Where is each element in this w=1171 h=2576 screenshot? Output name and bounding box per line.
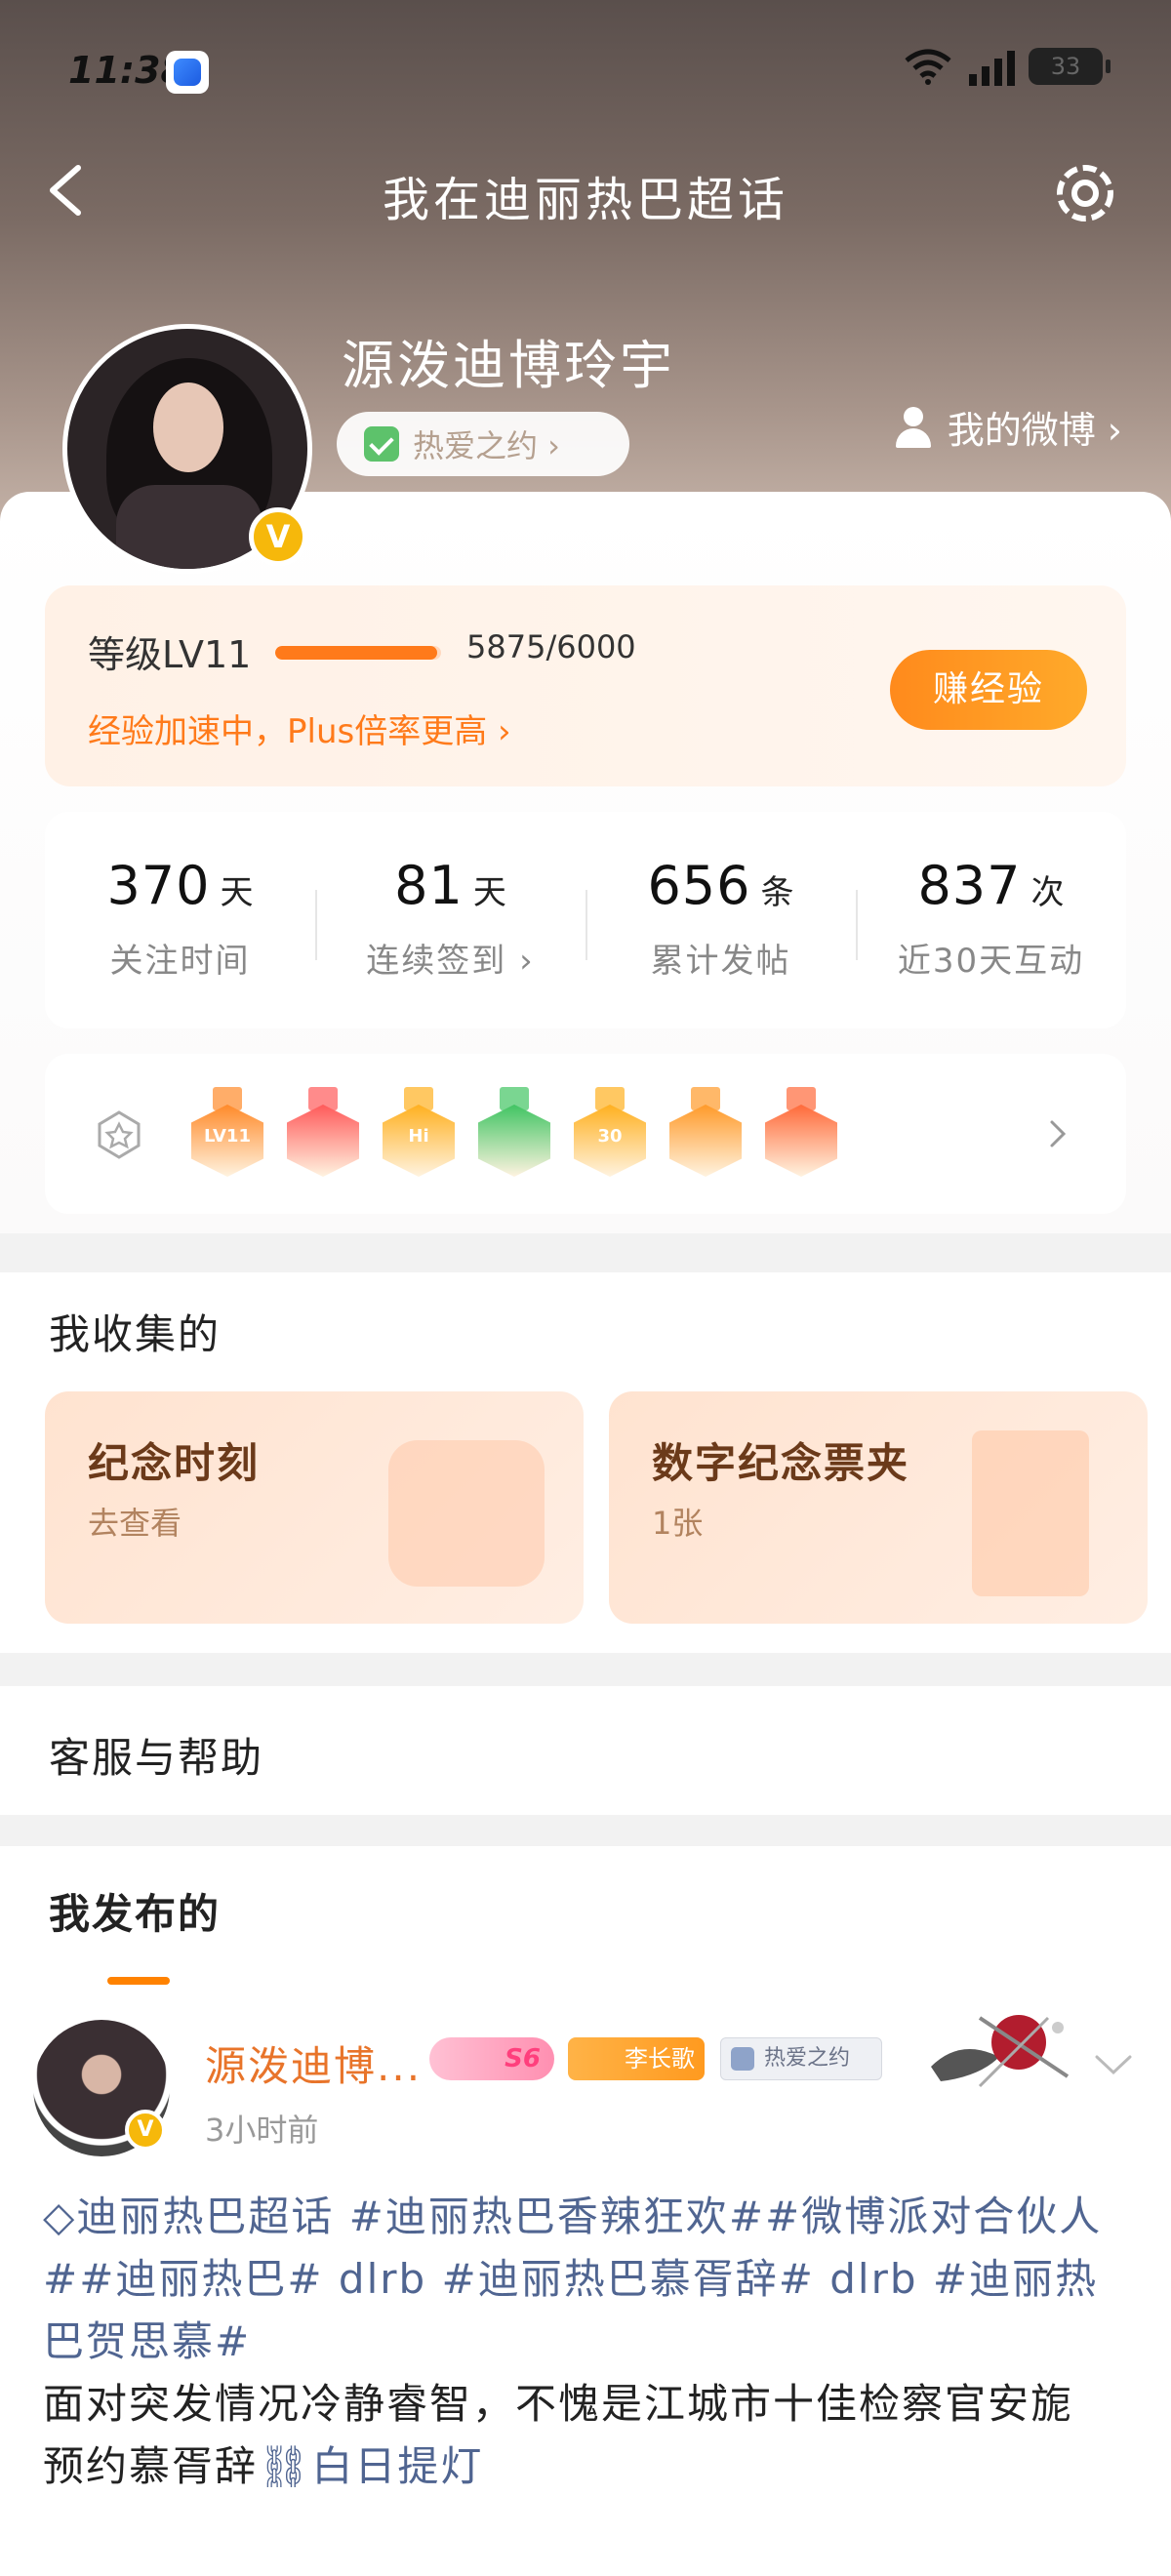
post-content: ◇迪丽热巴超话 #迪丽热巴香辣狂欢##微博派对合伙人##迪丽热巴# dlrb #… [43,2186,1136,2498]
collected-title: 我收集的 [49,1310,222,1358]
love-chip-label: 热爱之约 › [413,427,560,464]
status-bar: 11:38 33 [0,0,1171,137]
verified-badge-icon: V [249,507,307,566]
tab-active-indicator [107,1977,170,1985]
lv11-badge-icon: LV11 [191,1087,263,1181]
30days-badge-icon: 30 [574,1087,646,1181]
stat-label: 连续签到 › [366,942,535,981]
stat-checkin-days[interactable]: 81 天 连续签到 › [315,812,586,1028]
stat-value: 370 [106,855,211,916]
username: 源泼迪博玲宇 [342,335,675,396]
badge-text: 30 [597,1126,623,1147]
link-icon: ⛓ [258,2442,312,2490]
earn-experience-button[interactable]: 赚经验 [890,650,1087,730]
badge-medal-icon [98,1110,141,1159]
stat-total-posts: 656 条 累计发帖 [586,812,856,1028]
digital-ticket-folder-card[interactable]: 数字纪念票夹 1张 [609,1391,1148,1624]
hashtag-text[interactable]: 迪丽热巴超话 #迪丽热巴香辣狂欢##微博派对合伙人##迪丽热巴# dlrb #迪… [43,2193,1102,2365]
level-tag: S6 [429,2037,554,2080]
supertopic-icon: ◇ [43,2193,77,2240]
customer-service-row[interactable]: 客服与帮助 [0,1686,1171,1815]
level-card: 等级LV11 5875/6000 经验加速中，Plus倍率更高 › 赚经验 [45,585,1126,786]
stat-label: 累计发帖 [650,942,791,981]
stats-row: 370 天 关注时间 81 天 连续签到 › 656 条 累计发帖 837 次 近30天… [45,812,1126,1028]
my-weibo-label: 我的微博 › [947,409,1122,452]
ticket-icon [972,1430,1089,1596]
hi-badge-icon: Hi [383,1087,455,1181]
level-progress-fill [275,646,438,660]
verified-badge-icon: V [125,2110,166,2151]
customer-service-label: 客服与帮助 [49,1734,264,1782]
page-title: 我在迪丽热巴超话 [382,173,788,227]
post-text-line: 面对突发情况冷静睿智，不愧是江城市十佳检察官安旎 [43,2380,1074,2428]
battery-icon: 33 [1029,48,1110,85]
love-pledge-chip[interactable]: 热爱之约 › [337,412,629,476]
stat-value: 656 [647,855,751,916]
stat-value: 837 [917,855,1022,916]
post-card[interactable]: V 源泼迪博... S6 李长歌 热爱之约 3小时前 ◇迪丽热巴超话 #迪丽热巴… [0,1991,1171,2576]
stat-follow-days: 370 天 关注时间 [45,812,315,1028]
fan-tag: 李长歌 [568,2037,705,2080]
cellular-signal-icon [969,47,1015,86]
card-title: 数字纪念票夹 [652,1439,910,1487]
stat-unit: 条 [760,873,794,912]
badge-text: LV11 [204,1126,251,1147]
badge-wall[interactable]: LV11 Hi 30 [45,1054,1126,1214]
status-indicators: 33 [901,47,1110,86]
published-title: 我发布的 [49,1890,222,1938]
post-hashtags[interactable]: ◇迪丽热巴超话 #迪丽热巴香辣狂欢##微博派对合伙人##迪丽热巴# dlrb #… [43,2186,1136,2373]
level-progress-bar [275,646,441,660]
badge-text: Hi [408,1126,429,1147]
memorial-moments-card[interactable]: 纪念时刻 去查看 [45,1391,584,1624]
level-progress-text: 5875/6000 [466,628,636,665]
stat-unit: 次 [1030,873,1065,912]
calendar-heart-icon [388,1440,545,1587]
stat-label: 近30天互动 [897,942,1085,981]
top-navigation: 我在迪丽热巴超话 [0,137,1171,244]
my-weibo-link[interactable]: 我的微博 › [893,400,1122,454]
rock-hand-badge-icon [765,1087,837,1181]
post-author-name[interactable]: 源泼迪博... [205,2033,422,2093]
card-title: 纪念时刻 [88,1439,261,1487]
stat-label: 关注时间 [109,942,251,981]
post-text-prefix: 预约慕胥辞 [43,2442,259,2490]
hand-badge-icon [478,1087,550,1181]
stat-unit: 天 [220,873,254,912]
post-link[interactable]: 白日提灯 [311,2442,483,2490]
settings-gear-icon[interactable] [1046,154,1124,232]
stat-interactions: 837 次 近30天互动 [856,812,1126,1028]
level-label: 等级LV11 [88,633,252,676]
trophy-badge-icon [287,1087,359,1181]
calendar-check-icon [364,426,399,462]
emoji-badge-icon [669,1087,742,1181]
apple-decoration-icon [931,2015,1070,2088]
stat-unit: 天 [472,873,506,912]
published-tab-header[interactable]: 我发布的 [0,1846,1171,1991]
love-pledge-tag: 热爱之约 [720,2037,882,2080]
stat-value: 81 [394,855,464,916]
user-icon [893,406,934,448]
chevron-right-icon[interactable] [1038,1114,1077,1153]
app-notification-icon [166,51,209,94]
wifi-icon [905,49,951,85]
card-subtitle: 1张 [652,1505,704,1542]
post-text-line: 预约慕胥辞⛓白日提灯 [43,2435,1136,2498]
level-boost-link[interactable]: 经验加速中，Plus倍率更高 › [88,704,511,752]
chevron-down-icon[interactable] [1089,2045,1138,2084]
card-subtitle: 去查看 [88,1505,182,1542]
post-timestamp: 3小时前 [205,2112,319,2149]
